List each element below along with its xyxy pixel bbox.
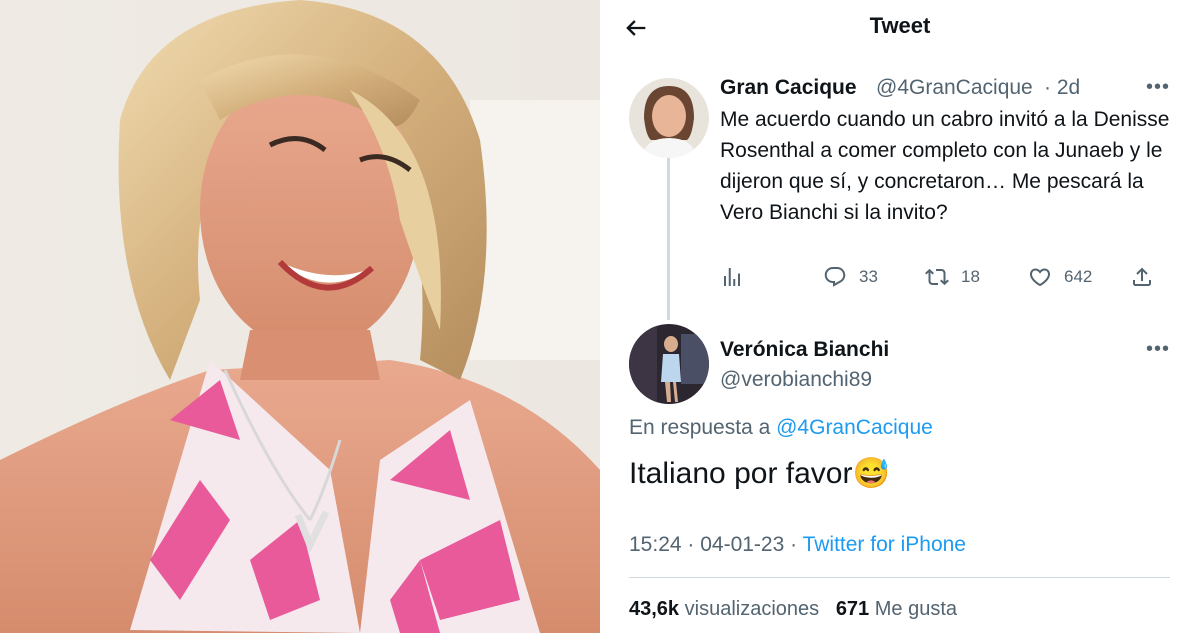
views-label: visualizaciones — [684, 598, 820, 620]
reply-author-name[interactable]: Verónica Bianchi — [720, 338, 889, 362]
retweet-button[interactable]: 18 — [925, 260, 980, 294]
profile-photo — [0, 0, 600, 633]
tweet-author-name[interactable]: Gran Cacique — [720, 76, 857, 100]
replying-to-handle[interactable]: @4GranCacique — [776, 416, 933, 439]
divider — [629, 577, 1170, 578]
share-icon — [1133, 267, 1151, 286]
reply-button[interactable]: 33 — [823, 260, 878, 294]
page-title: Tweet — [869, 13, 931, 38]
tweet-panel: Tweet Gran Cacique @4GranCacique · 2d ••… — [600, 0, 1200, 633]
reply-count: 33 — [859, 267, 878, 286]
tweet-actions: 33 18 642 — [720, 260, 1160, 294]
views-button[interactable] — [720, 260, 756, 294]
header: Tweet — [600, 0, 1200, 56]
like-button[interactable]: 642 — [1028, 260, 1092, 294]
likes-count[interactable]: 671 — [836, 598, 869, 620]
tweet-text: Me acuerdo cuando un cabro invitó a la D… — [720, 108, 1170, 224]
tweet-time[interactable]: · 2d — [1044, 76, 1080, 100]
reply-text: Italiano por favor😅 — [629, 457, 890, 490]
reply-stats: 43,6k visualizaciones 671 Me gusta — [629, 598, 957, 621]
reply-meta: 15:24 · 04-01-23 · Twitter for iPhone — [629, 533, 966, 557]
like-icon — [1029, 268, 1051, 287]
avatar-veronica-bianchi[interactable] — [629, 324, 709, 404]
tweet-author-handle[interactable]: @4GranCacique — [876, 76, 1033, 100]
reply-source[interactable]: Twitter for iPhone — [803, 533, 966, 556]
avatar-gran-cacique[interactable] — [629, 78, 709, 158]
replying-to: En respuesta a @4GranCacique — [629, 416, 933, 440]
more-icon[interactable]: ••• — [1146, 76, 1170, 99]
more-icon[interactable]: ••• — [1146, 338, 1170, 361]
like-count: 642 — [1064, 267, 1093, 286]
views-count[interactable]: 43,6k — [629, 598, 679, 620]
likes-label: Me gusta — [874, 598, 958, 620]
thread-line — [667, 158, 670, 320]
retweet-count: 18 — [961, 267, 980, 286]
views-icon — [724, 268, 740, 286]
share-button[interactable] — [1130, 260, 1166, 294]
reply-author-handle[interactable]: @verobianchi89 — [720, 368, 872, 392]
reply-timestamp[interactable]: 15:24 · 04-01-23 · — [629, 533, 797, 556]
reply-icon — [824, 267, 846, 287]
replying-to-prefix: En respuesta a — [629, 416, 771, 439]
retweet-icon — [925, 268, 949, 286]
